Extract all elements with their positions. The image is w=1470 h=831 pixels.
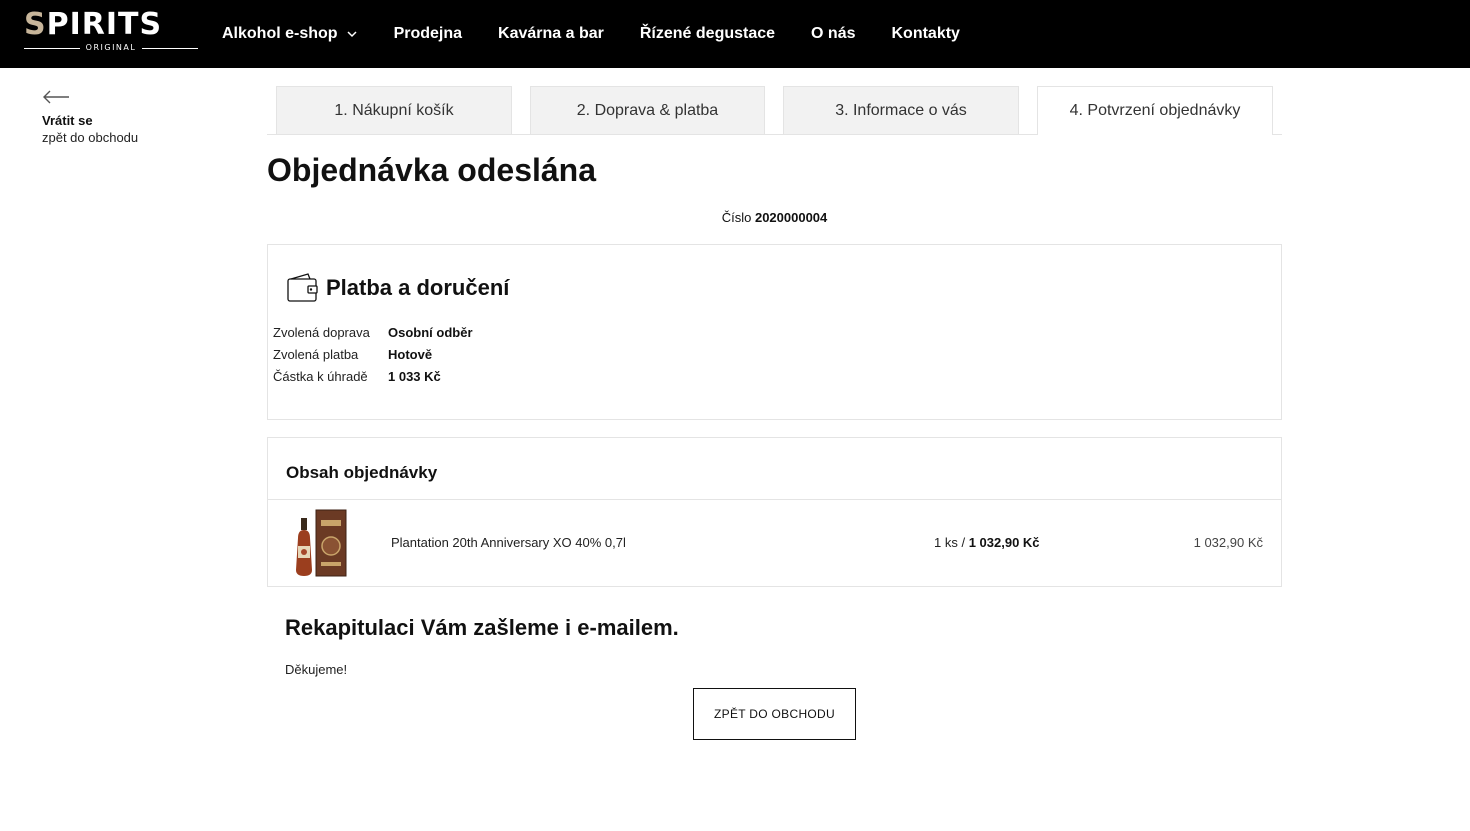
chevron-down-icon [347, 31, 357, 38]
amount-row: Částka k úhradě 1 033 Kč [273, 368, 441, 384]
payment-delivery-panel: Platba a doručení Zvolená doprava Osobní… [267, 244, 1282, 420]
checkout-steps: 1. Nákupní košík 2. Doprava & platba 3. … [267, 86, 1282, 135]
product-image[interactable] [292, 508, 348, 580]
tab-order-confirmation[interactable]: 4. Potvrzení objednávky [1037, 86, 1273, 135]
main-nav: Alkohol e-shop Prodejna Kavárna a bar Ří… [222, 0, 996, 68]
payment-row: Zvolená platba Hotově [273, 346, 433, 362]
tab-shipping-payment[interactable]: 2. Doprava & platba [530, 86, 765, 134]
top-navigation-bar: SPIRITS ORIGINAL Alkohol e-shop Prodejna… [0, 0, 1470, 68]
payment-value: Hotově [388, 346, 433, 362]
product-name[interactable]: Plantation 20th Anniversary XO 40% 0,7l [391, 535, 626, 550]
payment-details: Zvolená doprava Osobní odběr Zvolená pla… [273, 321, 473, 387]
payment-delivery-title: Platba a doručení [326, 275, 510, 300]
arrow-left-icon [43, 90, 69, 104]
tab-customer-info[interactable]: 3. Informace o vás [783, 86, 1019, 134]
nav-item-kavarna-a-bar[interactable]: Kavárna a bar [498, 25, 604, 43]
nav-item-kontakty[interactable]: Kontakty [892, 25, 960, 43]
logo-wordmark: SPIRITS [24, 7, 163, 42]
amount-value: 1 033 Kč [388, 368, 441, 384]
shipping-row: Zvolená doprava Osobní odběr [273, 324, 473, 340]
wallet-icon [287, 273, 318, 302]
email-recap-notice: Rekapitulaci Vám zašleme i e-mailem. [285, 615, 679, 640]
back-subtitle: zpět do obchodu [42, 130, 139, 145]
order-contents-title: Obsah objednávky [286, 463, 438, 482]
list-item: Plantation 20th Anniversary XO 40% 0,7l … [268, 500, 1281, 586]
order-contents-panel: Obsah objednávky Plantation 20th Anniver… [267, 437, 1282, 587]
nav-item-alkohol-eshop[interactable]: Alkohol e-shop [222, 25, 358, 43]
nav-item-prodejna[interactable]: Prodejna [394, 25, 462, 43]
spirits-logo[interactable]: SPIRITS ORIGINAL [24, 10, 198, 54]
back-to-shop-link[interactable]: Vrátit se zpět do obchodu [42, 90, 172, 145]
product-quantity-price: 1 ks / 1 032,90 Kč [934, 535, 1040, 550]
logo-subline: ORIGINAL [24, 43, 198, 53]
payment-delivery-header: Platba a doručení [286, 271, 509, 305]
order-number: Číslo 2020000004 [721, 210, 828, 225]
order-contents-header: Obsah objednávky [268, 438, 1281, 500]
shipping-value: Osobní odběr [388, 324, 473, 340]
nav-item-rizene-degustace[interactable]: Řízené degustace [640, 25, 775, 43]
product-total: 1 032,90 Kč [1193, 535, 1263, 550]
tab-cart[interactable]: 1. Nákupní košík [276, 86, 512, 134]
page-title: Objednávka odeslána [267, 152, 597, 188]
back-to-shop-button[interactable]: ZPĚT DO OBCHODU [693, 688, 856, 740]
thank-you-text: Děkujeme! [285, 662, 348, 677]
nav-item-o-nas[interactable]: O nás [811, 25, 855, 43]
back-title: Vrátit se [42, 113, 93, 128]
